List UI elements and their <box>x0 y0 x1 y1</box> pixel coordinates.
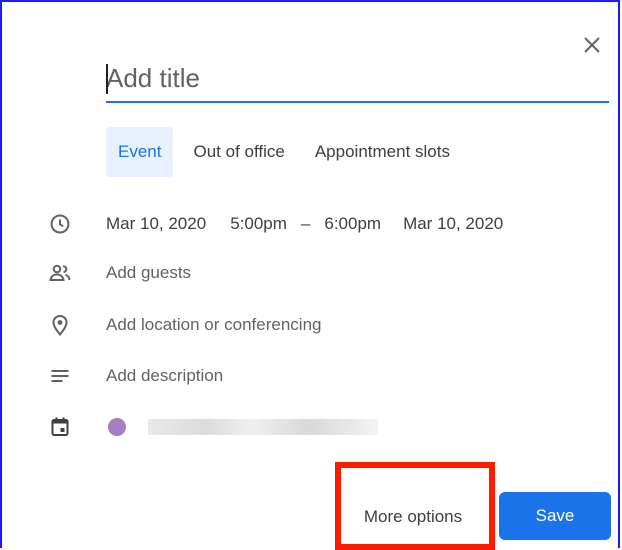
event-type-tabs: Event Out of office Appointment slots <box>106 127 462 177</box>
calendar-color-dot <box>108 418 126 436</box>
start-time[interactable]: 5:00pm <box>230 206 287 242</box>
time-separator: – <box>300 214 311 233</box>
tab-event[interactable]: Event <box>106 127 174 177</box>
save-button[interactable]: Save <box>499 492 611 540</box>
close-icon[interactable] <box>580 33 604 57</box>
title-input[interactable] <box>106 57 609 99</box>
location-row[interactable]: Add location or conferencing <box>2 307 622 343</box>
clock-icon <box>48 212 72 236</box>
tab-out-of-office[interactable]: Out of office <box>181 127 296 177</box>
guests-row[interactable]: Add guests <box>2 255 622 291</box>
add-location-field[interactable]: Add location or conferencing <box>106 307 321 343</box>
start-date[interactable]: Mar 10, 2020 <box>106 206 206 242</box>
end-date[interactable]: Mar 10, 2020 <box>403 206 503 242</box>
calendar-row[interactable] <box>2 409 622 445</box>
end-time[interactable]: 6:00pm <box>324 206 381 242</box>
description-row[interactable]: Add description <box>2 358 622 394</box>
title-field[interactable] <box>106 57 609 103</box>
datetime-row: Mar 10, 2020 5:00pm – 6:00pm Mar 10, 202… <box>2 206 622 242</box>
more-options-button[interactable]: More options <box>347 492 479 542</box>
text-cursor <box>106 64 108 94</box>
dialog-frame: Event Out of office Appointment slots Ma… <box>0 0 622 550</box>
description-lines-icon <box>48 364 72 388</box>
tab-appointment-slots[interactable]: Appointment slots <box>303 127 462 177</box>
people-icon <box>48 261 72 285</box>
add-description-field[interactable]: Add description <box>106 358 223 394</box>
calendar-name-redacted[interactable] <box>148 419 378 435</box>
add-guests-field[interactable]: Add guests <box>106 255 191 291</box>
datetime-values: Mar 10, 2020 5:00pm – 6:00pm Mar 10, 202… <box>106 206 503 242</box>
location-pin-icon <box>48 313 72 337</box>
calendar-icon <box>48 415 72 439</box>
